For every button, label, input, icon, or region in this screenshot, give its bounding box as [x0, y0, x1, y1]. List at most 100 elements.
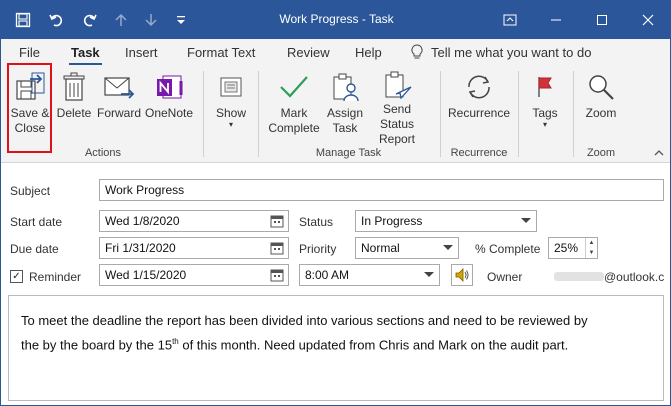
- recurrence-icon: [462, 70, 496, 104]
- owner-value: @outlook.c: [604, 270, 664, 284]
- reminder-time-select[interactable]: 8:00 AM: [299, 264, 440, 286]
- close-icon[interactable]: [625, 1, 670, 39]
- onenote-label: OneNote: [144, 106, 194, 120]
- group-label-recurrence: Recurrence: [450, 147, 508, 159]
- tell-me-box[interactable]: Tell me what you want to do: [411, 44, 591, 60]
- tab-format-text[interactable]: Format Text: [187, 45, 255, 60]
- start-date-label: Start date: [10, 215, 63, 229]
- show-button[interactable]: Show ▾: [211, 70, 251, 142]
- tell-me-text: Tell me what you want to do: [431, 44, 592, 60]
- assign-task-label: Assign Task: [326, 106, 364, 135]
- collapse-ribbon-icon[interactable]: [654, 149, 664, 160]
- save-close-highlight: [7, 63, 52, 153]
- lightbulb-icon: [411, 44, 423, 60]
- tab-help[interactable]: Help: [355, 45, 382, 60]
- show-label: Show: [215, 106, 247, 120]
- priority-label: Priority: [299, 242, 337, 256]
- forward-mail-icon: [102, 70, 136, 104]
- trash-icon: [57, 70, 91, 104]
- ribbon-separator: [440, 71, 441, 157]
- forward-label: Forward: [97, 106, 142, 120]
- tab-file[interactable]: File: [19, 45, 40, 60]
- assign-task-button[interactable]: Assign Task: [323, 70, 367, 142]
- chevron-down-icon: [521, 218, 531, 223]
- priority-value: Normal: [361, 241, 400, 255]
- customize-qat-icon[interactable]: [171, 10, 191, 30]
- group-label-zoom: Zoom: [586, 147, 616, 159]
- subject-input[interactable]: Work Progress: [99, 179, 664, 201]
- percent-complete-value: 25%: [554, 241, 579, 255]
- save-icon[interactable]: [13, 10, 33, 30]
- reminder-time-value: 8:00 AM: [305, 268, 350, 282]
- speaker-icon: [455, 268, 469, 282]
- start-date-field[interactable]: Wed 1/8/2020: [99, 210, 289, 232]
- down-arrow-icon[interactable]: [141, 10, 161, 30]
- show-icon: [214, 70, 248, 104]
- calendar-icon[interactable]: [270, 241, 284, 255]
- delete-button[interactable]: Delete: [55, 70, 93, 142]
- chevron-down-icon: [443, 245, 453, 250]
- due-date-value: Fri 1/31/2020: [105, 241, 176, 255]
- tab-review[interactable]: Review: [287, 45, 330, 60]
- magnifier-icon: [584, 70, 618, 104]
- reminder-checkbox[interactable]: ✓: [10, 270, 23, 283]
- task-body-editor[interactable]: To meet the deadline the report has been…: [8, 295, 664, 401]
- redo-icon[interactable]: [79, 10, 99, 30]
- onenote-button[interactable]: OneNote: [144, 70, 194, 142]
- up-arrow-icon[interactable]: [111, 10, 131, 30]
- calendar-icon[interactable]: [270, 214, 284, 228]
- outlook-task-window: Work Progress - Task File Task Insert Fo…: [0, 0, 671, 406]
- mark-complete-button[interactable]: Mark Complete: [265, 70, 323, 142]
- maximize-icon[interactable]: [579, 1, 625, 39]
- chevron-down-icon: [424, 272, 434, 277]
- status-select[interactable]: In Progress: [355, 210, 537, 232]
- minimize-icon[interactable]: [533, 1, 579, 39]
- calendar-icon[interactable]: [270, 268, 284, 282]
- recurrence-button-label: Recurrence: [447, 106, 511, 120]
- tags-label: Tags: [532, 106, 558, 120]
- ribbon-tabs: File Task Insert Format Text Review Help…: [1, 39, 670, 66]
- superscript: th: [172, 337, 179, 346]
- recurrence-button[interactable]: Recurrence: [445, 70, 513, 142]
- tab-task[interactable]: Task: [69, 45, 102, 66]
- checkmark-icon: [277, 70, 311, 104]
- reminder-date-value: Wed 1/15/2020: [105, 268, 187, 282]
- ribbon-separator: [518, 71, 519, 157]
- delete-label: Delete: [56, 106, 92, 120]
- zoom-button[interactable]: Zoom: [581, 70, 621, 142]
- due-date-field[interactable]: Fri 1/31/2020: [99, 237, 289, 259]
- body-line: the by the board by the 15th of this mon…: [21, 331, 651, 355]
- ribbon-display-options-icon[interactable]: [487, 1, 533, 39]
- tab-insert[interactable]: Insert: [125, 45, 158, 60]
- title-bar: Work Progress - Task: [1, 1, 670, 39]
- owner-label: Owner: [487, 270, 523, 284]
- ribbon-separator: [573, 71, 574, 157]
- status-label: Status: [299, 215, 334, 229]
- forward-button[interactable]: Forward: [97, 70, 141, 142]
- priority-select[interactable]: Normal: [355, 237, 459, 259]
- status-value: In Progress: [361, 214, 423, 228]
- body-line: To meet the deadline the report has been…: [21, 313, 588, 328]
- subject-label: Subject: [10, 184, 51, 198]
- reminder-sound-button[interactable]: [451, 264, 473, 286]
- onenote-icon: [152, 70, 186, 104]
- assign-task-icon: [328, 70, 362, 104]
- reminder-date-field[interactable]: Wed 1/15/2020: [99, 264, 289, 286]
- body-text-segment: the by the board by the 15: [21, 337, 173, 353]
- percent-complete-label: % Complete: [475, 242, 541, 256]
- due-date-label: Due date: [10, 242, 59, 256]
- reminder-label: Reminder: [29, 270, 82, 284]
- ribbon-separator: [258, 71, 259, 157]
- send-status-report-icon: [380, 70, 414, 100]
- undo-icon[interactable]: [47, 10, 67, 30]
- spinner-arrows-icon[interactable]: ▲ ▼: [585, 238, 597, 258]
- send-status-report-label: Send Status Report: [378, 102, 416, 146]
- zoom-button-label: Zoom: [585, 106, 617, 120]
- mark-complete-label: Mark Complete: [268, 106, 320, 135]
- ribbon: Save & Close Delete Forward OneNote Acti…: [1, 65, 670, 163]
- tags-button[interactable]: Tags ▾: [525, 70, 565, 142]
- send-status-report-button[interactable]: Send Status Report: [365, 70, 429, 146]
- percent-complete-stepper[interactable]: 25% ▲ ▼: [548, 237, 598, 259]
- flag-icon: [528, 70, 562, 104]
- task-form: Subject Work Progress Start date Wed 1/8…: [1, 164, 670, 405]
